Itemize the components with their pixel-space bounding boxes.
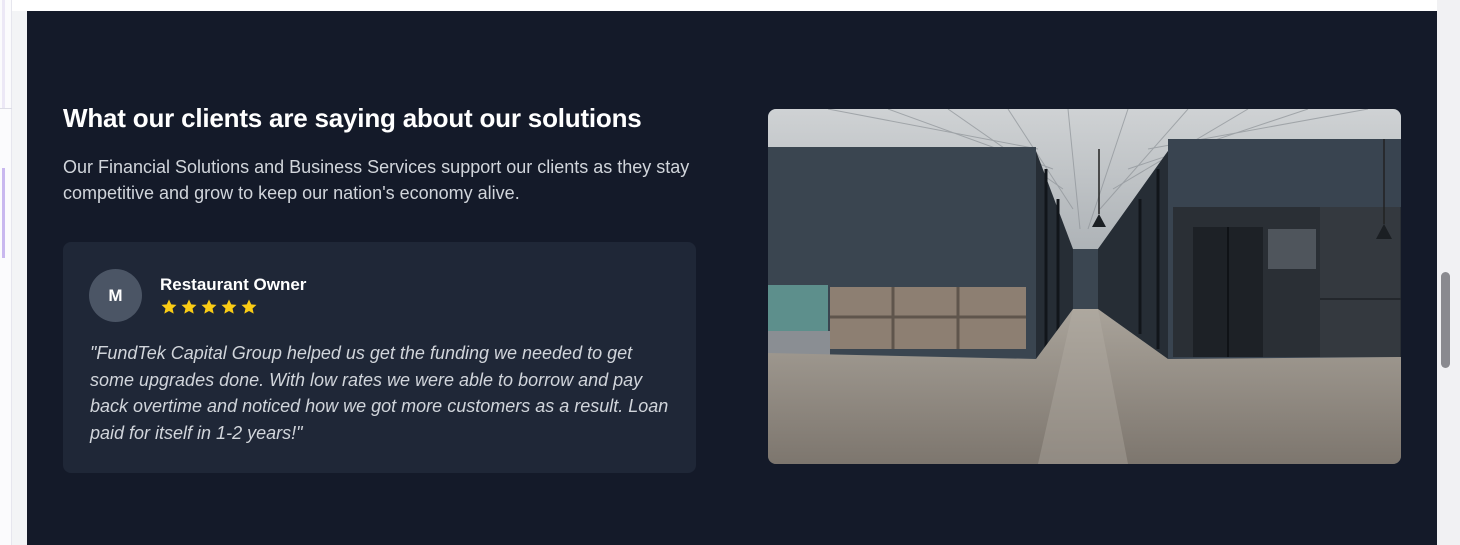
testimonial-card: M Restaurant Owner "FundTek Capital Grou… [63,242,696,473]
host-sidebar-edge [0,0,12,545]
star-icon [241,299,257,314]
star-icon [161,299,177,314]
star-icon [201,299,217,314]
office-photo [768,109,1401,464]
avatar: M [89,269,142,322]
testimonial-author: Restaurant Owner [160,275,307,294]
office-illustration [768,109,1401,464]
star-icon [221,299,237,314]
section-heading: What our clients are saying about our so… [63,103,642,133]
page: What our clients are saying about our so… [0,0,1460,545]
section-subtext: Our Financial Solutions and Business Ser… [63,157,690,203]
star-icon [181,299,197,314]
star-rating [160,298,258,316]
testimonials-section: What our clients are saying about our so… [27,11,1437,545]
testimonial-quote: "FundTek Capital Group helped us get the… [90,343,669,443]
sidebar-edge-mark [2,0,5,108]
top-strip [12,0,1438,11]
scrollbar-thumb[interactable] [1441,272,1450,368]
sidebar-edge-divider [0,108,12,109]
sidebar-edge-highlight [2,168,5,258]
